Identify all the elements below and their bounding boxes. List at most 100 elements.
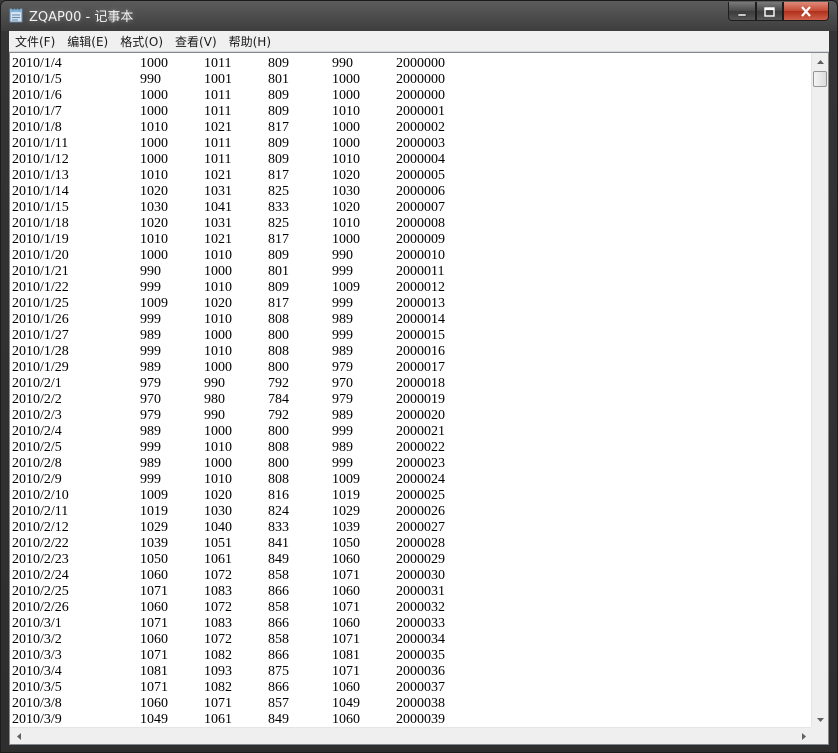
text-line: 2010/1/29 989 1000 800 979 2000017	[12, 360, 792, 376]
text-field: 1060	[332, 616, 360, 631]
text-field: 2010/1/4	[12, 56, 62, 71]
text-line: 2010/2/9 999 1010 808 1009 2000024	[12, 472, 792, 488]
text-field: 1072	[204, 632, 232, 647]
text-field: 858	[268, 600, 289, 615]
menu-help[interactable]: 帮助(H)	[223, 33, 277, 50]
text-field: 2000028	[396, 536, 445, 551]
text-field: 2000004	[396, 152, 445, 167]
text-field: 1010	[204, 472, 232, 487]
text-field: 2010/2/3	[12, 408, 62, 423]
text-field: 1000	[140, 136, 168, 151]
text-content[interactable]: 2010/1/4 1000 1011 809 990 2000000 2010/1/5 990…	[10, 53, 812, 728]
title-bar[interactable]: ZQAP00 - 记事本	[1, 1, 837, 29]
text-field: 800	[268, 328, 289, 343]
text-line: 2010/2/1 979 990 792 970 2000018	[12, 376, 792, 392]
text-field: 990	[140, 264, 161, 279]
text-line: 2010/3/3 1071 1082 866 1081 2000035	[12, 648, 792, 664]
text-field: 1071	[140, 648, 168, 663]
text-field: 990	[332, 56, 353, 71]
menu-edit[interactable]: 编辑(E)	[61, 33, 114, 50]
text-field: 2010/1/28	[12, 344, 69, 359]
text-field: 2000032	[396, 600, 445, 615]
vertical-scrollbar[interactable]	[811, 53, 828, 728]
text-field: 2010/1/8	[12, 120, 62, 135]
text-field: 2010/2/26	[12, 600, 69, 615]
text-editor[interactable]: 2010/1/4 1000 1011 809 990 2000000 2010/1/5 990…	[9, 52, 829, 745]
text-field: 2000030	[396, 568, 445, 583]
notepad-window: ZQAP00 - 记事本 文件(F) 编辑(E) 格式(O) 查看(V) 帮助(…	[0, 0, 838, 753]
text-field: 1000	[332, 88, 360, 103]
text-field: 2010/3/2	[12, 632, 62, 647]
menu-file[interactable]: 文件(F)	[9, 33, 61, 50]
text-field: 1029	[332, 504, 360, 519]
text-field: 1011	[204, 56, 232, 71]
text-line: 2010/1/26 999 1010 808 989 2000014	[12, 312, 792, 328]
notepad-icon[interactable]	[9, 7, 23, 23]
text-field: 970	[140, 392, 161, 407]
text-line: 2010/2/3 979 990 792 989 2000020	[12, 408, 792, 424]
text-field: 817	[268, 296, 289, 311]
text-field: 833	[268, 200, 289, 215]
text-field: 1000	[140, 56, 168, 71]
scrollbar-corner	[811, 727, 828, 744]
text-field: 1000	[332, 120, 360, 135]
scroll-left-arrow-icon[interactable]	[10, 728, 27, 745]
scroll-up-arrow-icon[interactable]	[812, 53, 829, 70]
menu-format[interactable]: 格式(O)	[114, 33, 169, 50]
text-field: 2010/2/5	[12, 440, 62, 455]
text-field: 2000007	[396, 200, 445, 215]
text-field: 1010	[204, 312, 232, 327]
text-field: 970	[332, 376, 353, 391]
text-field: 1010	[204, 248, 232, 263]
text-line: 2010/2/11 1019 1030 824 1029 2000026	[12, 504, 792, 520]
text-field: 2010/3/8	[12, 696, 62, 711]
text-field: 1019	[332, 488, 360, 503]
text-field: 817	[268, 168, 289, 183]
text-field: 2010/1/25	[12, 296, 69, 311]
text-field: 1081	[332, 648, 360, 663]
text-line: 2010/1/19 1010 1021 817 1000 2000009	[12, 232, 792, 248]
vertical-scroll-thumb[interactable]	[813, 71, 827, 87]
text-field: 1051	[204, 536, 232, 551]
text-field: 1010	[204, 280, 232, 295]
text-line: 2010/1/5 990 1001 801 1000 2000000	[12, 72, 792, 88]
text-field: 1010	[332, 216, 360, 231]
text-field: 2000035	[396, 648, 445, 663]
text-field: 2010/3/5	[12, 680, 62, 695]
text-field: 1093	[204, 664, 232, 679]
text-line: 2010/3/1 1071 1083 866 1060 2000033	[12, 616, 792, 632]
menu-view[interactable]: 查看(V)	[169, 33, 223, 50]
text-field: 1040	[204, 520, 232, 535]
text-field: 801	[268, 72, 289, 87]
text-field: 2000013	[396, 296, 445, 311]
text-field: 989	[332, 312, 353, 327]
minimize-button[interactable]	[728, 2, 756, 21]
text-line: 2010/1/28 999 1010 808 989 2000016	[12, 344, 792, 360]
text-field: 2010/1/11	[12, 136, 69, 151]
text-line: 2010/1/14 1020 1031 825 1030 2000006	[12, 184, 792, 200]
text-field: 1000	[140, 88, 168, 103]
text-field: 1000	[140, 152, 168, 167]
menu-bar: 文件(F) 编辑(E) 格式(O) 查看(V) 帮助(H)	[9, 31, 829, 52]
text-line: 2010/1/6 1000 1011 809 1000 2000000	[12, 88, 792, 104]
text-field: 2000037	[396, 680, 445, 695]
text-field: 1050	[140, 552, 168, 567]
text-field: 989	[140, 328, 161, 343]
text-field: 1011	[204, 152, 232, 167]
scroll-down-arrow-icon[interactable]	[812, 711, 829, 728]
text-field: 2000017	[396, 360, 445, 375]
text-field: 809	[268, 88, 289, 103]
text-field: 1060	[140, 696, 168, 711]
text-field: 1031	[204, 216, 232, 231]
text-field: 1071	[332, 568, 360, 583]
close-button[interactable]	[783, 2, 829, 21]
text-field: 866	[268, 616, 289, 631]
maximize-button[interactable]	[756, 2, 783, 21]
text-field: 2010/1/5	[12, 72, 62, 87]
text-field: 1019	[140, 504, 168, 519]
scroll-right-arrow-icon[interactable]	[795, 728, 812, 745]
text-field: 825	[268, 184, 289, 199]
horizontal-scrollbar[interactable]	[10, 727, 812, 744]
text-line: 2010/1/4 1000 1011 809 990 2000000	[12, 56, 792, 72]
text-field: 989	[140, 360, 161, 375]
